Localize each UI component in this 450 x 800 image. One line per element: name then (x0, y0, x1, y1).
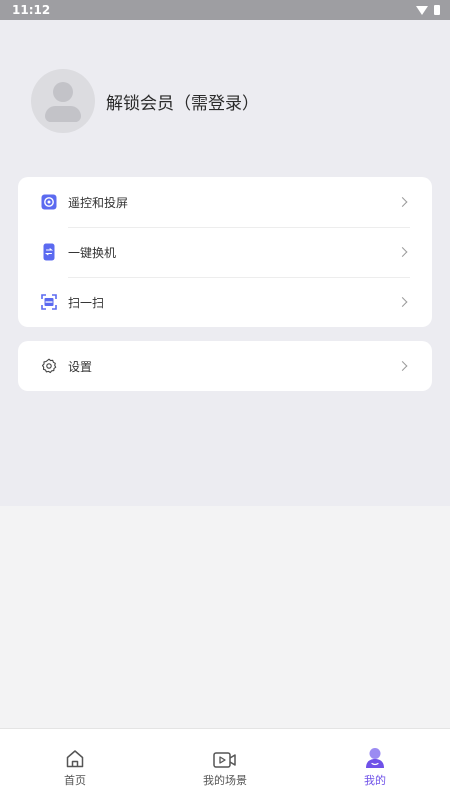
menu-item-phone-switch[interactable]: 一键换机 (18, 227, 432, 277)
menu-item-settings[interactable]: 设置 (18, 341, 432, 391)
status-bar: 11:12 (0, 0, 450, 20)
menu-item-label: 设置 (68, 359, 93, 374)
battery-icon (434, 5, 440, 15)
phone-switch-icon (41, 243, 57, 261)
unlock-membership-label[interactable]: 解锁会员（需登录） (106, 89, 259, 114)
avatar-head-shape (53, 82, 73, 102)
user-icon (365, 747, 385, 769)
menu-item-label: 扫一扫 (68, 295, 105, 310)
settings-gear-icon (41, 358, 57, 374)
chevron-right-icon (397, 247, 408, 257)
settings-menu-card: 设置 (18, 341, 432, 391)
tab-label: 首页 (64, 774, 86, 787)
features-menu-card: 遥控和投屏 一键换机 扫一扫 (18, 177, 432, 327)
avatar[interactable] (31, 69, 95, 133)
bottom-tab-bar: 首页 我的场景 我的 (0, 728, 450, 800)
menu-item-label: 一键换机 (68, 245, 117, 260)
avatar-body-shape (45, 106, 81, 122)
wifi-icon (416, 5, 428, 15)
home-icon (65, 747, 85, 769)
tab-label: 我的 (364, 774, 386, 787)
chevron-right-icon (397, 361, 408, 371)
scan-icon (41, 294, 57, 310)
tab-mine[interactable]: 我的 (300, 729, 450, 800)
video-icon (213, 747, 237, 769)
status-time: 11:12 (12, 3, 51, 17)
menu-item-remote-cast[interactable]: 遥控和投屏 (18, 177, 432, 227)
tab-label: 我的场景 (203, 774, 247, 787)
menu-item-scan[interactable]: 扫一扫 (18, 277, 432, 327)
tab-my-scenes[interactable]: 我的场景 (150, 729, 300, 800)
menu-item-label: 遥控和投屏 (68, 195, 129, 210)
status-icons (416, 5, 440, 15)
tab-home[interactable]: 首页 (0, 729, 150, 800)
chevron-right-icon (397, 197, 408, 207)
profile-login-row[interactable]: 解锁会员（需登录） (31, 69, 259, 133)
remote-control-icon (41, 194, 57, 210)
chevron-right-icon (397, 297, 408, 307)
